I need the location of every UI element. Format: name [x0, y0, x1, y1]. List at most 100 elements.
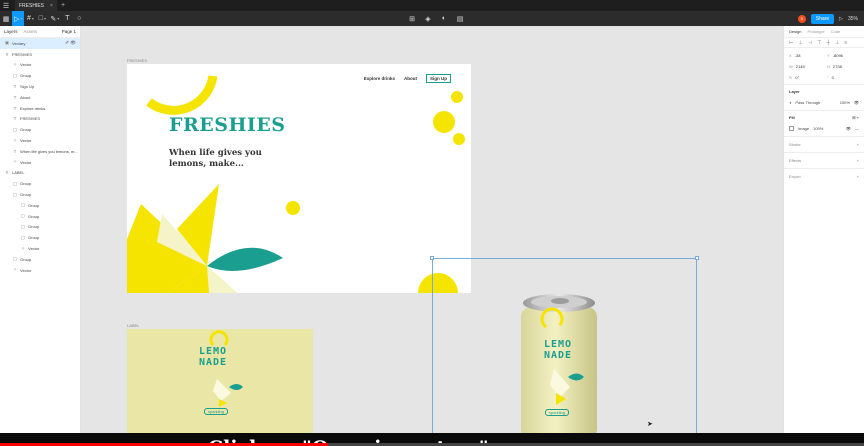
layer-row[interactable]: ▢ Group — [0, 178, 80, 189]
align-icon[interactable]: ⊤ — [817, 40, 821, 46]
align-icon[interactable]: ⊥ — [835, 40, 839, 46]
add-stroke-icon[interactable]: + — [857, 142, 859, 147]
contrast-icon[interactable]: ◐ — [438, 11, 450, 26]
close-tab-icon[interactable]: × — [50, 3, 53, 9]
lemon-arc-shape — [146, 75, 218, 115]
align-icon[interactable]: ┼ — [826, 40, 830, 46]
avatar[interactable]: S — [797, 14, 806, 23]
leaf-shape — [207, 247, 283, 271]
freshies-frame[interactable]: Explore drinks About Sign Up FRESHIES Wh… — [127, 64, 471, 293]
layer-row[interactable]: ▣ Vectary ✐ 👁 — [0, 38, 80, 49]
layer-row[interactable]: ✧ Vector — [0, 135, 80, 146]
present-icon[interactable]: ▷ — [839, 16, 843, 22]
frame-label-freshies[interactable]: FRESHIES — [127, 58, 147, 63]
layer-row[interactable]: T Explore drinks — [0, 103, 80, 114]
layer-row[interactable]: ▢ Group — [0, 124, 80, 135]
layer-row[interactable]: ▢ Group — [0, 211, 80, 222]
fill-type[interactable]: Image — [798, 126, 809, 131]
new-tab-icon[interactable]: + — [61, 2, 65, 9]
layers-panel: Layers Assets Page 1 ▣ Vectary ✐ 👁 # FRESHIE… — [0, 26, 81, 446]
fill-swatch[interactable] — [789, 125, 794, 131]
add-export-icon[interactable]: + — [857, 174, 859, 179]
layer-row[interactable]: # FRESHIES — [0, 49, 80, 60]
label-artwork — [209, 330, 243, 407]
figma-menu-icon[interactable]: ☰ — [0, 0, 12, 11]
layer-label: FRESHIES — [20, 116, 41, 122]
figma-app-window: ☰ FRESHIES × + ▦ ▷ ▾ # ▾ □ ▾ ✎ ▾ T ○ ⊞ ◈ ◐ ▤… — [0, 0, 864, 446]
layer-row[interactable]: T About — [0, 92, 80, 103]
layer-row[interactable]: ▢ Group — [0, 200, 80, 211]
width-field[interactable]: 2145 — [796, 64, 805, 69]
layer-row[interactable]: ▢ Group — [0, 189, 80, 200]
main-menu-button[interactable]: ▦ — [0, 11, 12, 26]
layer-label: FRESHIES — [12, 51, 33, 57]
layer-label: Vector — [20, 159, 32, 165]
align-icon[interactable]: ⊣ — [808, 40, 812, 46]
frame-label-label[interactable]: LABEL — [127, 323, 139, 328]
layer-label: When life gives you lemons, m... — [20, 148, 78, 154]
tab-prototype[interactable]: Prototype — [807, 29, 824, 34]
nav-sign-up[interactable]: Sign Up — [426, 74, 451, 83]
x-field[interactable]: -38 — [795, 53, 801, 58]
page-selector[interactable]: Page 1 — [62, 29, 76, 34]
nav-explore-drinks[interactable]: Explore drinks — [364, 76, 395, 81]
align-icon[interactable]: ≡ — [844, 40, 847, 46]
mask-icon[interactable]: ◈ — [422, 11, 434, 26]
layer-row[interactable]: # LABEL — [0, 168, 80, 179]
blend-mode-select[interactable]: Pass Through — [795, 100, 820, 105]
shape-tool-button[interactable]: □ ▾ — [36, 11, 48, 26]
layer-row[interactable]: ▢ Group — [0, 70, 80, 81]
export-section[interactable]: Export + — [784, 168, 864, 184]
layer-type-icon: ✧ — [13, 137, 17, 143]
align-icon[interactable]: ⊢ — [789, 40, 793, 46]
layer-row[interactable]: ▢ Group — [0, 254, 80, 265]
zoom-level[interactable]: 35% — [848, 16, 858, 22]
tab-layers[interactable]: Layers — [4, 29, 18, 34]
add-effect-icon[interactable]: + — [857, 158, 859, 163]
layer-row[interactable]: ✧ Vector — [0, 243, 80, 254]
resize-handle[interactable] — [430, 256, 434, 260]
stroke-section-title: Stroke — [789, 142, 801, 147]
stroke-section[interactable]: Stroke + — [784, 136, 864, 152]
frame-tool-button[interactable]: # ▾ — [24, 11, 36, 26]
move-tool-button[interactable]: ▷ ▾ — [12, 11, 25, 26]
layer-row[interactable]: ✧ Vector — [0, 157, 80, 168]
nav-about[interactable]: About — [404, 76, 417, 81]
remove-fill-icon[interactable]: — — [855, 126, 859, 131]
radius-field[interactable]: 0 — [832, 75, 834, 80]
component-icon[interactable]: ⊞ — [406, 11, 418, 26]
shape-tool-icon: □ — [38, 15, 44, 22]
layer-row[interactable]: ✧ Vector — [0, 60, 80, 71]
comment-tool-button[interactable]: ○ — [73, 11, 85, 26]
tab-assets[interactable]: Assets — [24, 29, 38, 34]
align-icon[interactable]: ⊥ — [798, 40, 802, 46]
eye-icon[interactable]: 👁 — [846, 126, 851, 131]
file-tab[interactable]: FRESHIES × — [15, 0, 57, 11]
layer-row[interactable]: T Sign Up — [0, 81, 80, 92]
text-tool-button[interactable]: T — [61, 11, 73, 26]
label-frame[interactable]: LEMO NADE sparkling — [127, 329, 313, 433]
layer-row[interactable]: ✧ Vector — [0, 265, 80, 276]
rotation-field[interactable]: 0° — [795, 75, 799, 80]
soda-can-3d-preview[interactable]: LEMO NADE sparkling — [514, 289, 604, 446]
tab-design[interactable]: Design — [789, 29, 801, 34]
share-button[interactable]: Share — [810, 13, 835, 24]
chevron-down-icon: ▾ — [44, 16, 47, 21]
resize-handle[interactable] — [695, 256, 699, 260]
effects-section[interactable]: Effects + — [784, 152, 864, 168]
tab-code[interactable]: Code — [831, 29, 841, 34]
height-field[interactable]: 2738 — [833, 64, 842, 69]
add-fill-icon[interactable]: ⊞ + — [852, 115, 859, 120]
layer-row[interactable]: T FRESHIES — [0, 114, 80, 125]
design-canvas[interactable]: FRESHIES Explore drinks About Sign Up FR… — [81, 26, 783, 446]
eye-icon[interactable]: 👁 — [854, 100, 859, 105]
pen-tool-button[interactable]: ✎ ▾ — [48, 11, 61, 26]
layer-row[interactable]: T When life gives you lemons, m... — [0, 146, 80, 157]
boolean-icon[interactable]: ▤ — [454, 11, 466, 26]
layer-opacity-field[interactable]: 100% — [840, 100, 850, 105]
y-field[interactable]: -8096 — [833, 53, 843, 58]
fill-opacity-field[interactable]: 100% — [813, 126, 823, 131]
layer-row[interactable]: ▢ Group — [0, 222, 80, 233]
layer-row[interactable]: ▢ Group — [0, 232, 80, 243]
layer-visibility-icon[interactable]: ✐ 👁 — [65, 40, 76, 46]
